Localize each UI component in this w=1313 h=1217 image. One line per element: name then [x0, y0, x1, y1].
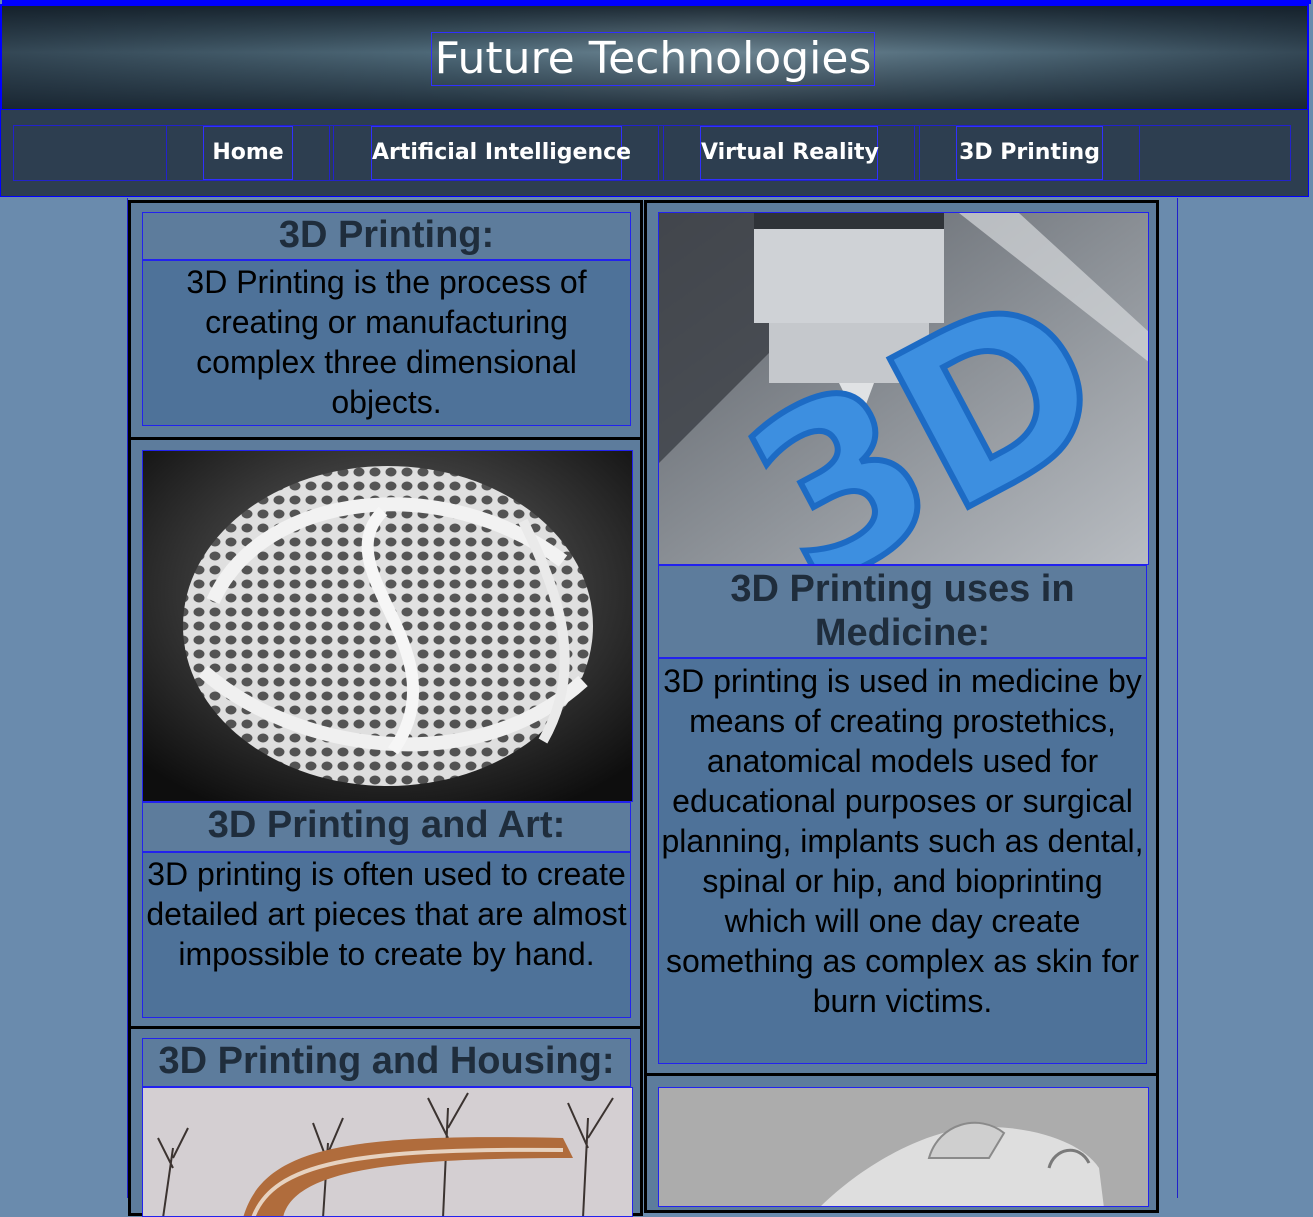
site-header: Future Technologies: [0, 0, 1311, 111]
card-text: 3D Printing is the process of creating o…: [142, 260, 631, 426]
card-text: 3D printing is often used to create deta…: [142, 852, 631, 1018]
card-text: 3D printing is used in medicine by means…: [658, 658, 1147, 1064]
3d-printer-illustration: 3D: [659, 213, 1148, 564]
card-3d-printing-housing: 3D Printing and Housing:: [128, 1026, 643, 1217]
card-title: 3D Printing and Housing:: [142, 1038, 631, 1087]
site-title: Future Technologies: [431, 32, 875, 86]
car-image: [658, 1087, 1149, 1207]
nav-link-home[interactable]: Home: [203, 126, 293, 180]
card-3d-printing-art: 3D Printing and Art: 3D printing is ofte…: [128, 437, 643, 1029]
card-3d-printing-intro: 3D Printing: 3D Printing is the process …: [128, 200, 643, 440]
nav-link-virtual-reality[interactable]: Virtual Reality: [700, 126, 879, 180]
card-title: 3D Printing:: [142, 212, 631, 260]
printer-image: 3D: [658, 212, 1149, 565]
nav-bar: Home Artificial Intelligence Virtual Rea…: [0, 110, 1309, 197]
card-3d-printing-medicine: 3D 3D Printing uses in Medicine: 3D prin…: [644, 200, 1159, 1076]
printed-car-illustration: [659, 1088, 1148, 1206]
printed-house-illustration: [143, 1088, 632, 1216]
card-3d-printed-car: [644, 1073, 1159, 1213]
lattice-sculpture-illustration: [143, 451, 632, 801]
nav-link-3d-printing[interactable]: 3D Printing: [956, 126, 1103, 180]
card-title: 3D Printing and Art:: [142, 802, 631, 852]
nav-link-artificial-intelligence[interactable]: Artificial Intelligence: [371, 126, 631, 180]
house-image: [142, 1087, 633, 1217]
sculpture-image: [142, 450, 633, 802]
card-title: 3D Printing uses in Medicine:: [658, 565, 1147, 658]
